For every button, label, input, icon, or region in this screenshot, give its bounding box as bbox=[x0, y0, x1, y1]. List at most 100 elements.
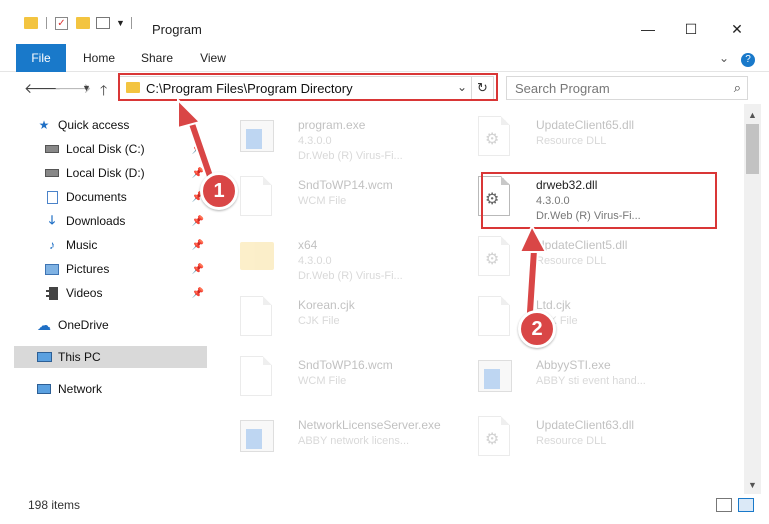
file-version: 4.3.0.0 bbox=[298, 135, 332, 147]
list-item[interactable]: ⚙ UpdateClient5.dll Resource DLL bbox=[470, 230, 710, 288]
application-icon bbox=[240, 416, 276, 460]
music-icon: ♪ bbox=[49, 238, 55, 252]
videos-icon bbox=[44, 286, 60, 300]
sidebar-item-label: Pictures bbox=[66, 262, 110, 276]
dll-file-icon: ⚙ bbox=[478, 116, 514, 160]
recent-locations-chevron-icon[interactable]: ▼ bbox=[82, 83, 91, 93]
sidebar-item-downloads[interactable]: 🡓 Downloads 📌 bbox=[44, 210, 207, 232]
tab-view[interactable]: View bbox=[190, 44, 236, 72]
sidebar-item-network[interactable]: Network bbox=[36, 378, 207, 400]
sidebar-item-this-pc[interactable]: This PC bbox=[14, 346, 207, 368]
search-box[interactable]: ⌕ bbox=[506, 76, 748, 100]
vertical-scrollbar[interactable]: ▲ ▼ bbox=[744, 104, 761, 494]
address-bar-highlight bbox=[118, 73, 498, 101]
list-item[interactable]: SndToWP16.wcm WCM File bbox=[232, 350, 472, 408]
expand-ribbon-chevron-icon[interactable]: ⌄ bbox=[714, 44, 734, 72]
separator bbox=[130, 17, 132, 29]
file-description: Dr.Web (R) Virus-Fi... bbox=[298, 270, 403, 282]
properties-icon[interactable]: ✓ bbox=[55, 16, 68, 30]
step-badge-1: 1 bbox=[200, 172, 238, 210]
sidebar-item-label: OneDrive bbox=[58, 318, 109, 332]
pin-icon: 📌 bbox=[191, 215, 204, 227]
list-item[interactable]: AbbyySTI.exe ABBY sti event hand... bbox=[470, 350, 710, 408]
file-list: program.exe 4.3.0.0 Dr.Web (R) Virus-Fi.… bbox=[226, 104, 743, 494]
file-name: Korean.cjk bbox=[298, 298, 355, 312]
star-icon: ★ bbox=[38, 118, 50, 132]
new-folder-icon[interactable] bbox=[76, 17, 90, 29]
list-item[interactable]: NetworkLicenseServer.exe ABBY network li… bbox=[232, 410, 472, 468]
help-icon[interactable]: ? bbox=[738, 44, 758, 72]
tab-share[interactable]: Share bbox=[134, 44, 180, 72]
file-type: CJK File bbox=[298, 315, 340, 327]
selected-file-highlight bbox=[481, 172, 717, 229]
quick-access-toolbar: ✓ ▼ bbox=[24, 14, 138, 32]
document-icon bbox=[240, 176, 276, 220]
sidebar-item-documents[interactable]: Documents 📌 bbox=[44, 186, 207, 208]
dll-file-icon: ⚙ bbox=[478, 416, 514, 460]
file-name: SndToWP14.wcm bbox=[298, 178, 393, 192]
list-item[interactable]: Korean.cjk CJK File bbox=[232, 290, 472, 348]
sidebar-item-local-disk-c[interactable]: Local Disk (C:) 📌 bbox=[44, 138, 207, 160]
list-item[interactable]: ⚙ UpdateClient65.dll Resource DLL bbox=[470, 110, 710, 168]
close-button[interactable]: ✕ bbox=[714, 14, 760, 44]
minimize-button[interactable]: — bbox=[625, 14, 671, 44]
pin-icon: 📌 bbox=[191, 167, 204, 179]
network-icon bbox=[36, 382, 52, 396]
maximize-button[interactable]: ☐ bbox=[668, 14, 714, 44]
separator bbox=[46, 17, 47, 29]
file-type: Resource DLL bbox=[536, 435, 607, 447]
documents-icon bbox=[44, 190, 60, 204]
list-item[interactable]: Ltd.cjk CJK File bbox=[470, 290, 710, 348]
tab-home[interactable]: Home bbox=[76, 44, 122, 72]
sidebar-item-pictures[interactable]: Pictures 📌 bbox=[44, 258, 207, 280]
application-icon bbox=[478, 356, 514, 400]
pin-icon: 📌 bbox=[191, 263, 204, 275]
sidebar-item-music[interactable]: ♪ Music 📌 bbox=[44, 234, 207, 256]
customize-toolbar-dropdown-icon[interactable]: ▼ bbox=[116, 18, 125, 28]
file-name: UpdateClient5.dll bbox=[536, 238, 628, 252]
list-item[interactable]: x64 4.3.0.0 Dr.Web (R) Virus-Fi... bbox=[232, 230, 472, 288]
search-icon[interactable]: ⌕ bbox=[734, 80, 741, 96]
download-icon: 🡓 bbox=[48, 212, 56, 227]
scroll-up-icon[interactable]: ▲ bbox=[748, 110, 757, 120]
item-count: 198 items bbox=[28, 498, 81, 512]
sidebar-item-label: Local Disk (C:) bbox=[66, 142, 145, 156]
file-name: program.exe bbox=[298, 118, 366, 132]
file-name: UpdateClient65.dll bbox=[536, 118, 635, 132]
sidebar-item-quick-access[interactable]: ★ Quick access bbox=[36, 114, 229, 136]
dll-file-icon: ⚙ bbox=[478, 236, 514, 280]
file-name: UpdateClient63.dll bbox=[536, 418, 635, 432]
scroll-down-icon[interactable]: ▼ bbox=[748, 480, 757, 490]
help-icon-glyph: ? bbox=[741, 53, 755, 67]
file-type: WCM File bbox=[298, 195, 347, 207]
rename-icon[interactable] bbox=[96, 17, 110, 29]
sidebar-item-videos[interactable]: Videos 📌 bbox=[44, 282, 207, 304]
document-icon bbox=[240, 296, 276, 340]
scrollbar-thumb[interactable] bbox=[746, 124, 759, 174]
details-view-icon[interactable] bbox=[716, 498, 732, 512]
sidebar-item-onedrive[interactable]: ☁ OneDrive bbox=[36, 314, 207, 336]
search-input[interactable] bbox=[515, 80, 715, 96]
drive-icon bbox=[44, 166, 60, 180]
folder-icon[interactable] bbox=[24, 17, 38, 29]
list-item[interactable]: program.exe 4.3.0.0 Dr.Web (R) Virus-Fi.… bbox=[232, 110, 472, 168]
file-version: 4.3.0.0 bbox=[298, 255, 332, 267]
list-item[interactable]: ⚙ UpdateClient63.dll Resource DLL bbox=[470, 410, 710, 468]
cloud-icon: ☁ bbox=[37, 316, 51, 333]
file-name: x64 bbox=[298, 238, 318, 252]
sidebar-item-local-disk-d[interactable]: Local Disk (D:) 📌 bbox=[44, 162, 207, 184]
pin-icon: 📌 bbox=[191, 287, 204, 299]
sidebar-item-label: Network bbox=[58, 382, 103, 396]
folder-icon bbox=[240, 236, 276, 280]
application-icon bbox=[240, 116, 276, 160]
ribbon-tabs: File Home Share View ⌄ ? bbox=[0, 44, 769, 102]
file-description: Dr.Web (R) Virus-Fi... bbox=[298, 150, 403, 162]
up-arrow-icon[interactable]: 🡑 bbox=[100, 80, 107, 104]
sidebar-item-label: This PC bbox=[58, 350, 101, 364]
file-name: AbbyySTI.exe bbox=[536, 358, 611, 372]
window-title: Program bbox=[152, 22, 202, 37]
file-type: Resource DLL bbox=[536, 135, 607, 147]
step-badge-2: 2 bbox=[518, 310, 556, 348]
large-icons-view-icon[interactable] bbox=[738, 498, 754, 512]
list-item[interactable]: SndToWP14.wcm WCM File bbox=[232, 170, 472, 228]
